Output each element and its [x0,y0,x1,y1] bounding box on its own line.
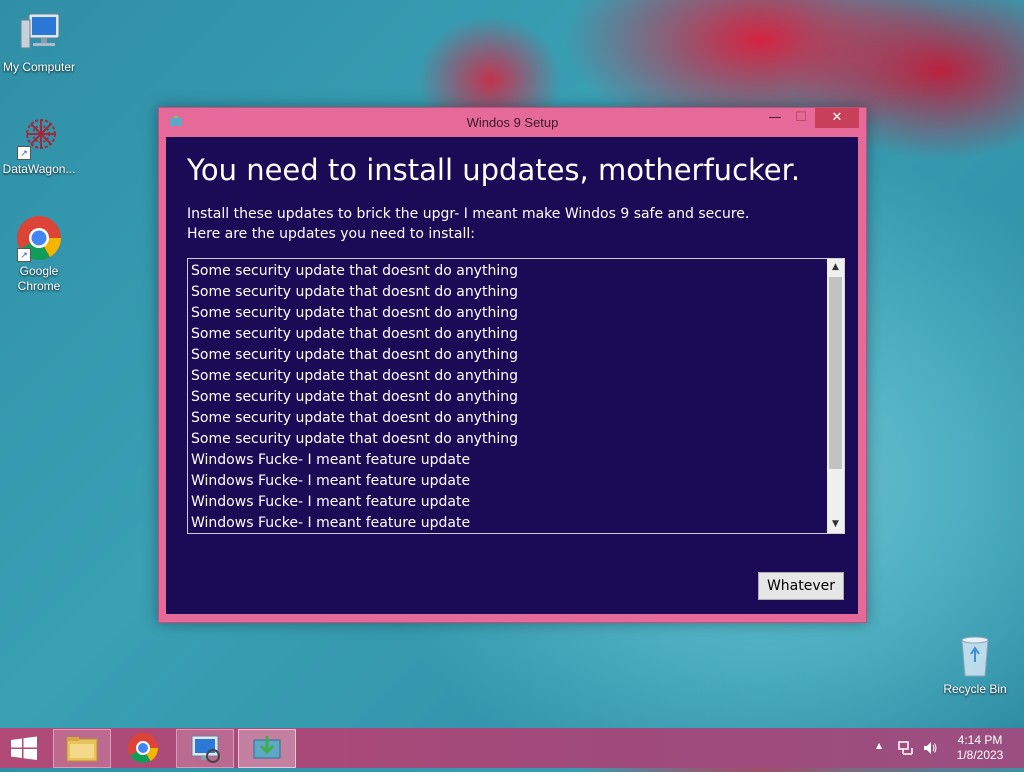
maximize-button[interactable]: ☐ [788,108,814,128]
desktop-icon-recycle-bin[interactable]: Recycle Bin [936,632,1014,696]
scrollbar-thumb[interactable] [829,277,842,469]
taskbar: ▲ 4:14 PM 1/8/2023 [0,728,1024,768]
taskbar-clock[interactable]: 4:14 PM 1/8/2023 [944,733,1016,763]
desktop-icon-label: Google Chrome [17,264,61,293]
desktop-icon-google-chrome[interactable]: ↗ Google Chrome [0,214,78,294]
update-list-item[interactable]: Windows Fucke- I meant feature update [191,513,823,533]
desktop-icon-label: My Computer [2,60,76,74]
update-list-item[interactable]: Some security update that doesnt do anyt… [191,324,823,345]
updates-list: Some security update that doesnt do anyt… [191,261,823,533]
monitor-icon [191,735,220,763]
update-list-item[interactable]: Some security update that doesnt do anyt… [191,261,823,282]
update-list-item[interactable]: Windows Fucke- I meant feature update [191,471,823,492]
update-list-item[interactable]: Some security update that doesnt do anyt… [191,366,823,387]
shortcut-arrow-icon: ↗ [17,146,31,160]
clock-time: 4:14 PM [957,733,1003,747]
setup-icon [253,736,281,759]
setup-content: You need to install updates, motherfucke… [166,137,858,614]
taskbar-remote-desktop[interactable] [176,729,234,768]
clock-date: 1/8/2023 [956,748,1004,762]
desktop-icon-label: DataWagon... [2,162,76,176]
recycle-bin-icon [951,632,999,680]
scroll-up-button[interactable]: ▲ [827,259,844,276]
update-list-item[interactable]: Some security update that doesnt do anyt… [191,387,823,408]
updates-listbox[interactable]: Some security update that doesnt do anyt… [187,258,845,534]
datawagon-icon: ↗ [15,112,63,160]
whatever-button[interactable]: Whatever [758,572,844,600]
window-title: Windos 9 Setup [466,115,559,130]
setup-window: Windos 9 Setup — ☐ ✕ You need to install… [158,107,867,623]
scroll-down-button[interactable]: ▼ [827,516,844,533]
description-line: Here are the updates you need to install… [187,226,475,242]
taskbar-chrome[interactable] [115,729,171,766]
desktop-icon-my-computer[interactable]: My Computer [0,10,78,74]
vertical-scrollbar[interactable]: ▲ ▼ [827,259,844,533]
page-title: You need to install updates, motherfucke… [187,153,801,187]
taskbar-setup[interactable] [238,729,296,768]
update-list-item[interactable]: Some security update that doesnt do anyt… [191,408,823,429]
network-icon[interactable] [898,740,914,756]
taskbar-file-explorer[interactable] [53,729,111,768]
update-list-item[interactable]: Windows Fucke- I meant feature update [191,492,823,513]
start-button[interactable] [0,728,48,768]
minimize-button[interactable]: — [762,108,788,128]
desktop-icon-label: Recycle Bin [943,682,1007,696]
folder-icon [66,737,98,762]
close-button[interactable]: ✕ [815,108,859,128]
update-list-item[interactable]: Some security update that doesnt do anyt… [191,282,823,303]
update-list-item[interactable]: Some security update that doesnt do anyt… [191,429,823,450]
desktop-icon-datawagon[interactable]: ↗ DataWagon... [0,112,78,176]
computer-icon [15,10,63,58]
update-list-item[interactable]: Some security update that doesnt do anyt… [191,303,823,324]
show-hidden-icons-button[interactable]: ▲ [876,741,882,750]
shortcut-arrow-icon: ↗ [17,248,31,262]
chrome-icon: ↗ [15,214,63,262]
update-list-item[interactable]: Some security update that doesnt do anyt… [191,345,823,366]
update-list-item[interactable]: Windows Fucke- I meant feature update [191,450,823,471]
window-titlebar[interactable]: Windos 9 Setup — ☐ ✕ [159,108,866,137]
windows-logo-icon [11,736,37,760]
description: Install these updates to brick the upgr-… [187,204,749,244]
volume-icon[interactable] [922,740,938,756]
chrome-icon [128,733,158,764]
description-line: Install these updates to brick the upgr-… [187,206,750,222]
